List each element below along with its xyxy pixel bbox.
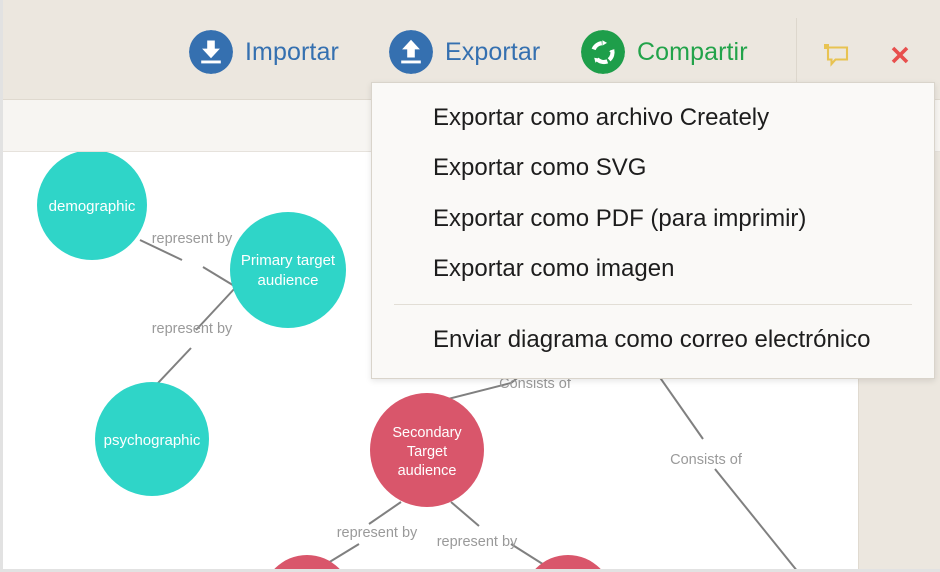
menu-item-send-diagram-email[interactable]: Enviar diagrama como correo electrónico (372, 315, 934, 365)
diagram-node-label-line2: Target (407, 444, 447, 460)
import-button[interactable]: Importar (189, 28, 339, 76)
sync-circle-icon (581, 30, 625, 74)
close-x-icon (891, 46, 909, 64)
connector-label: represent by (152, 321, 233, 337)
menu-item-export-image[interactable]: Exportar como imagen (372, 244, 934, 294)
export-button-label: Exportar (445, 37, 541, 66)
comment-bubble-icon (824, 44, 849, 67)
menu-item-export-svg[interactable]: Exportar como SVG (372, 143, 934, 193)
connector-label: Consists of (670, 452, 743, 468)
diagram-node-label-line2: audience (258, 272, 319, 289)
connector-label: represent by (437, 534, 518, 550)
export-dropdown-menu: Exportar como archivo Creately Exportar … (371, 82, 935, 379)
upload-circle-icon (389, 30, 433, 74)
download-circle-icon (189, 30, 233, 74)
import-button-label: Importar (245, 37, 339, 66)
creately-editor-window: Importar Exportar Compartir demographic … (0, 0, 940, 572)
diagram-node-label-line1: Secondary (392, 425, 462, 441)
menu-item-export-pdf[interactable]: Exportar como PDF (para imprimir) (372, 194, 934, 244)
close-button[interactable] (885, 40, 915, 70)
diagram-node-label-line1: Primary target (241, 252, 336, 269)
diagram-node-primary-target-audience[interactable] (230, 212, 346, 328)
connector-label: represent by (337, 525, 418, 541)
export-button[interactable]: Exportar (389, 28, 540, 76)
comment-button[interactable] (821, 40, 851, 70)
menu-separator (394, 304, 912, 306)
share-button[interactable]: Compartir (581, 28, 748, 76)
menu-item-export-creately[interactable]: Exportar como archivo Creately (372, 93, 934, 143)
share-button-label: Compartir (637, 37, 748, 66)
diagram-node-label: psychographic (104, 432, 201, 449)
diagram-node-circle[interactable] (523, 555, 613, 572)
diagram-node-label: demographic (49, 198, 136, 215)
connector-label: represent by (152, 231, 233, 247)
diagram-node-label-line3: audience (398, 463, 457, 479)
toolbar-divider (796, 18, 797, 83)
